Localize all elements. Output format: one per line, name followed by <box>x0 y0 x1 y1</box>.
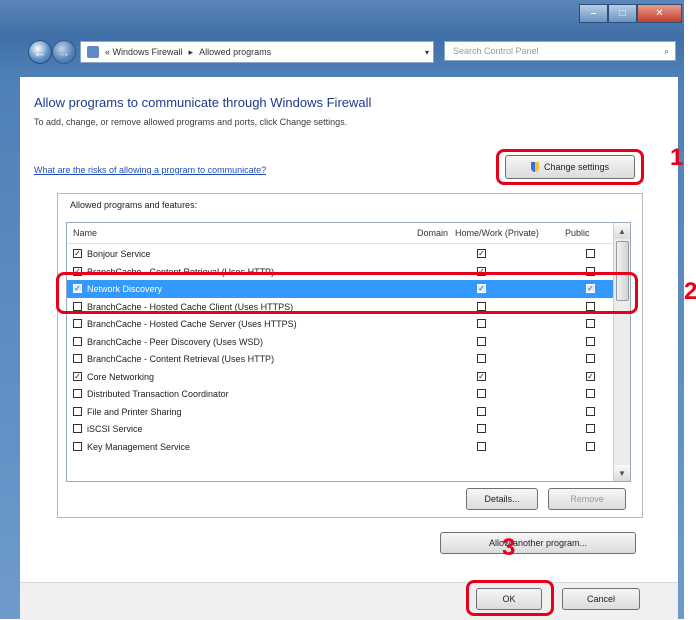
cancel-button[interactable]: Cancel <box>562 588 640 610</box>
program-enabled-checkbox[interactable] <box>73 389 82 398</box>
public-checkbox[interactable] <box>586 249 595 258</box>
dropdown-arrow-icon[interactable]: ▾ <box>425 48 429 57</box>
annotation-box-1 <box>496 149 644 185</box>
address-bar[interactable]: « Windows Firewall ▸ Allowed programs ▾ <box>80 41 434 63</box>
search-placeholder: Search Control Panel <box>453 46 539 56</box>
program-name: Bonjour Service <box>87 249 151 259</box>
annotation-marker-1: 1 <box>670 144 684 171</box>
column-domain[interactable]: Domain <box>417 228 448 238</box>
public-checkbox[interactable] <box>586 336 595 346</box>
program-enabled-checkbox[interactable] <box>73 441 82 451</box>
program-row[interactable]: ✓ Core Networking ✓ ✓ <box>67 368 615 386</box>
annotation-box-3 <box>466 580 554 616</box>
program-name: Distributed Transaction Coordinator <box>87 389 229 399</box>
breadcrumb-separator-icon: ▸ <box>188 46 194 57</box>
details-button[interactable]: Details... <box>466 488 538 510</box>
program-row[interactable]: BranchCache - Content Retrieval (Uses HT… <box>67 350 615 368</box>
program-enabled-checkbox[interactable] <box>73 406 82 416</box>
public-checkbox[interactable] <box>586 319 595 328</box>
list-header: Name Domain Home/Work (Private) Public <box>67 223 615 244</box>
scroll-up-icon[interactable]: ▲ <box>614 223 630 239</box>
home-work-checkbox[interactable]: ✓ <box>477 249 486 258</box>
program-row[interactable]: BranchCache - Peer Discovery (Uses WSD) <box>67 333 615 351</box>
scroll-down-icon[interactable]: ▼ <box>614 465 630 481</box>
program-name: Key Management Service <box>87 441 191 452</box>
minimize-button[interactable]: – <box>579 4 608 23</box>
program-row[interactable]: Key Management Service <box>67 438 615 456</box>
program-row[interactable]: iSCSI Service <box>67 420 615 438</box>
home-work-checkbox[interactable] <box>477 354 486 363</box>
program-name: BranchCache - Content Retrieval (Uses HT… <box>87 354 275 364</box>
risks-link[interactable]: What are the risks of allowing a program… <box>34 165 266 175</box>
maximize-button[interactable]: □ <box>608 4 637 23</box>
public-checkbox[interactable] <box>586 406 595 416</box>
search-input[interactable]: Search Control Panel ⌕ <box>444 41 676 61</box>
allow-another-program-button[interactable]: Allow another program... <box>440 532 636 554</box>
column-public[interactable]: Public <box>565 228 590 238</box>
forward-button[interactable]: → <box>52 40 76 64</box>
page-title: Allow programs to communicate through Wi… <box>34 95 372 110</box>
public-checkbox[interactable]: ✓ <box>586 371 595 381</box>
column-name[interactable]: Name <box>73 228 97 238</box>
home-work-checkbox[interactable] <box>477 441 486 451</box>
program-row[interactable]: File and Printer Sharing <box>67 403 615 421</box>
home-work-checkbox[interactable] <box>477 319 486 328</box>
program-enabled-checkbox[interactable] <box>73 354 82 363</box>
vertical-scrollbar[interactable]: ▲ ▼ <box>613 223 630 481</box>
breadcrumb-item[interactable]: Allowed programs <box>199 47 271 57</box>
home-work-checkbox[interactable]: ✓ <box>477 371 486 381</box>
window-controls: – □ ✕ <box>579 4 682 23</box>
remove-button[interactable]: Remove <box>548 488 626 510</box>
home-work-checkbox[interactable] <box>477 336 486 346</box>
home-work-checkbox[interactable] <box>477 389 486 398</box>
control-panel-icon <box>87 46 99 58</box>
home-work-checkbox[interactable] <box>477 406 486 416</box>
programs-list[interactable]: Name Domain Home/Work (Private) Public ✓… <box>66 222 631 482</box>
page-description: To add, change, or remove allowed progra… <box>34 117 348 127</box>
public-checkbox[interactable] <box>586 354 595 363</box>
program-row[interactable]: ✓ Bonjour Service ✓ <box>67 245 615 263</box>
group-label: Allowed programs and features: <box>70 200 198 210</box>
program-enabled-checkbox[interactable]: ✓ <box>73 249 82 258</box>
column-home-work[interactable]: Home/Work (Private) <box>455 228 539 238</box>
annotation-marker-2: 2 <box>684 278 696 305</box>
annotation-marker-3: 3 <box>502 534 516 561</box>
program-row[interactable]: Distributed Transaction Coordinator <box>67 385 615 403</box>
program-name: BranchCache - Hosted Cache Server (Uses … <box>87 319 297 329</box>
breadcrumb-item[interactable]: « Windows Firewall <box>105 47 183 57</box>
program-enabled-checkbox[interactable] <box>73 336 82 346</box>
program-name: BranchCache - Peer Discovery (Uses WSD) <box>87 336 264 347</box>
home-work-checkbox[interactable] <box>477 424 486 433</box>
public-checkbox[interactable] <box>586 389 595 398</box>
program-enabled-checkbox[interactable]: ✓ <box>73 371 82 381</box>
program-name: iSCSI Service <box>87 424 143 434</box>
program-enabled-checkbox[interactable] <box>73 319 82 328</box>
close-button[interactable]: ✕ <box>637 4 682 23</box>
public-checkbox[interactable] <box>586 424 595 433</box>
program-enabled-checkbox[interactable] <box>73 424 82 433</box>
annotation-box-2 <box>56 272 638 314</box>
program-name: File and Printer Sharing <box>87 406 182 417</box>
program-name: Core Networking <box>87 371 155 382</box>
public-checkbox[interactable] <box>586 441 595 451</box>
program-row[interactable]: BranchCache - Hosted Cache Server (Uses … <box>67 315 615 333</box>
back-button[interactable]: ← <box>28 40 52 64</box>
search-icon[interactable]: ⌕ <box>664 46 669 57</box>
